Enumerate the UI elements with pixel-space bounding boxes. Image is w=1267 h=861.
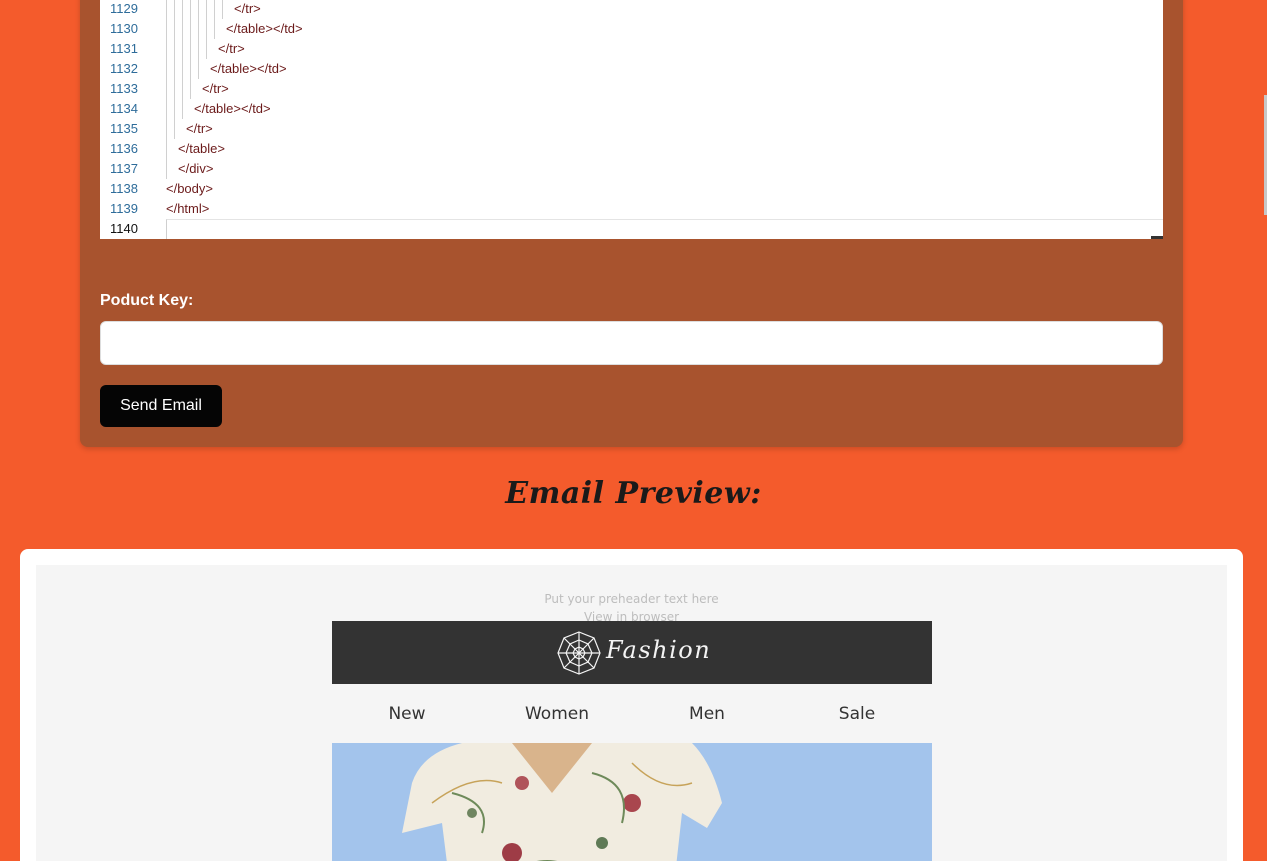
code-line[interactable]: 1133 </tr> xyxy=(100,79,1163,99)
indent-guide xyxy=(166,39,167,59)
indent-guide xyxy=(166,99,167,119)
indent-guide xyxy=(182,59,183,79)
code-text: </table></td> xyxy=(210,61,287,76)
indent-guide xyxy=(182,19,183,39)
brand-header: Fashion xyxy=(332,621,932,684)
code-text: </html> xyxy=(166,201,210,216)
indent-guide xyxy=(166,159,167,179)
nav-item-men[interactable]: Men xyxy=(632,693,782,735)
product-key-label: Poduct Key: xyxy=(100,292,194,309)
code-line[interactable]: 1138 </body> xyxy=(100,179,1163,199)
line-number: 1134 xyxy=(110,101,138,116)
code-text: </div> xyxy=(178,161,214,176)
nav-item-women[interactable]: Women xyxy=(482,693,632,735)
indent-guide xyxy=(174,19,175,39)
nav-item-sale[interactable]: Sale xyxy=(782,693,932,735)
indent-guide xyxy=(198,0,199,19)
nav-item-new[interactable]: New xyxy=(332,693,482,735)
spider-web-icon xyxy=(557,631,601,675)
indent-guide xyxy=(206,39,207,59)
html-code-editor[interactable]: 1129 </tr> 1130 </table></td> 1131 </tr> 1132 <… xyxy=(100,0,1163,239)
line-number: 1139 xyxy=(110,201,138,216)
code-line[interactable]: 1132 </table></td> xyxy=(100,59,1163,79)
code-line[interactable]: 1130 </table></td> xyxy=(100,19,1163,39)
indent-guide xyxy=(174,0,175,19)
code-line[interactable]: 1135 </tr> xyxy=(100,119,1163,139)
line-number: 1137 xyxy=(110,161,138,176)
code-text: </table></td> xyxy=(194,101,271,116)
indent-guide xyxy=(166,19,167,39)
email-preview-frame: Put your preheader text here View in bro… xyxy=(20,549,1243,861)
indent-guide xyxy=(174,59,175,79)
code-line[interactable]: 1136 </table> xyxy=(100,139,1163,159)
code-line[interactable]: 1137 </div> xyxy=(100,159,1163,179)
indent-guide xyxy=(198,19,199,39)
indent-guide xyxy=(206,19,207,39)
active-line-highlight xyxy=(166,219,1163,239)
indent-guide xyxy=(182,39,183,59)
indent-guide xyxy=(190,39,191,59)
code-text: </table> xyxy=(178,141,225,156)
indent-guide xyxy=(166,139,167,159)
email-nav: New Women Men Sale xyxy=(332,693,932,735)
line-number: 1133 xyxy=(110,81,138,96)
indent-guide xyxy=(166,0,167,19)
indent-guide xyxy=(190,19,191,39)
code-line[interactable]: 1139 </html> xyxy=(100,199,1163,219)
line-number: 1138 xyxy=(110,181,138,196)
code-text: </table></td> xyxy=(226,21,303,36)
line-number: 1130 xyxy=(110,21,138,36)
indent-guide xyxy=(190,0,191,19)
email-form-panel: 1129 </tr> 1130 </table></td> 1131 </tr> 1132 <… xyxy=(80,0,1183,447)
indent-guide xyxy=(222,0,223,19)
indent-guide xyxy=(190,59,191,79)
code-text: </tr> xyxy=(186,121,213,136)
line-number: 1131 xyxy=(110,41,138,56)
indent-guide xyxy=(174,99,175,119)
indent-guide xyxy=(182,79,183,99)
brand-name: Fashion xyxy=(606,636,712,664)
indent-guide xyxy=(206,0,207,19)
indent-guide xyxy=(214,19,215,39)
indent-guide xyxy=(174,79,175,99)
indent-guide xyxy=(190,79,191,99)
code-line[interactable]: 1140 xyxy=(100,219,1163,239)
email-body: Put your preheader text here View in bro… xyxy=(36,565,1227,861)
line-number: 1136 xyxy=(110,141,138,156)
indent-guide xyxy=(174,119,175,139)
code-text: </tr> xyxy=(202,81,229,96)
code-line[interactable]: 1129 </tr> xyxy=(100,0,1163,19)
code-line[interactable]: 1131 </tr> xyxy=(100,39,1163,59)
indent-guide xyxy=(182,99,183,119)
line-number: 1135 xyxy=(110,121,138,136)
send-email-button[interactable]: Send Email xyxy=(100,385,222,427)
product-key-input[interactable] xyxy=(100,321,1163,365)
code-text: </tr> xyxy=(218,41,245,56)
line-number: 1129 xyxy=(110,1,138,16)
code-text: </body> xyxy=(166,181,213,196)
indent-guide xyxy=(166,119,167,139)
indent-guide xyxy=(166,59,167,79)
preheader-text: Put your preheader text here xyxy=(544,592,719,606)
indent-guide xyxy=(182,0,183,19)
hero-image[interactable] xyxy=(332,743,932,861)
code-line[interactable]: 1134 </table></td> xyxy=(100,99,1163,119)
hero-photo-illustration xyxy=(332,743,932,861)
line-number: 1132 xyxy=(110,61,138,76)
line-number: 1140 xyxy=(110,221,138,236)
brand-logo[interactable]: Fashion xyxy=(556,630,716,676)
indent-guide xyxy=(198,59,199,79)
email-preview-heading: Email Preview: xyxy=(505,476,762,511)
indent-guide xyxy=(166,79,167,99)
indent-guide xyxy=(214,0,215,19)
code-text: </tr> xyxy=(234,1,261,16)
indent-guide xyxy=(198,39,199,59)
indent-guide xyxy=(174,39,175,59)
